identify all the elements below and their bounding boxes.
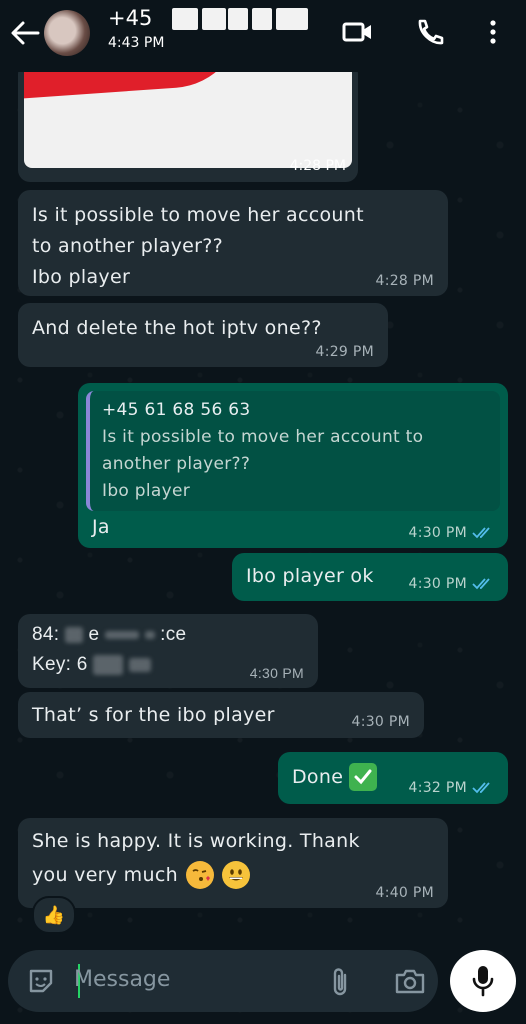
message-text: And delete the hot iptv one??: [32, 317, 322, 339]
message-time: 4:30 PM: [249, 665, 304, 681]
message-text-part: you very much: [32, 864, 178, 886]
redacted-block: [172, 8, 198, 30]
read-ticks-icon: [472, 782, 490, 794]
redacted-block: [228, 8, 248, 30]
quoted-sender: +45 61 68 56 63: [102, 400, 251, 420]
sticker-icon[interactable]: [26, 966, 56, 996]
image-attachment[interactable]: [24, 62, 352, 168]
outgoing-message[interactable]: Ibo player ok 4:30 PM: [232, 553, 508, 601]
message-meta: 4:30 PM: [250, 665, 304, 681]
outgoing-message[interactable]: Done 4:32 PM: [278, 752, 508, 804]
message-text-part: Done: [292, 766, 344, 788]
redacted-text: [144, 630, 155, 639]
video-call-icon[interactable]: [340, 17, 374, 47]
message-input-bar[interactable]: Message: [8, 950, 438, 1012]
attach-icon[interactable]: [328, 965, 352, 999]
message-time: 4:32 PM: [408, 780, 467, 796]
message-meta: 4:32 PM: [408, 780, 494, 796]
message-time: 4:40 PM: [375, 885, 434, 901]
chat-header: +45 4:43 PM: [0, 0, 526, 72]
message-time: 4:30 PM: [408, 525, 467, 541]
message-meta: 4:29 PM: [315, 344, 374, 360]
quoted-message[interactable]: +45 61 68 56 63 Is it possible to move h…: [86, 391, 500, 511]
message-text-part: :ce: [160, 624, 187, 645]
message-text: you very much: [32, 858, 434, 892]
mic-icon: [472, 966, 494, 997]
message-text: She is happy. It is working. Thank: [32, 830, 360, 852]
quoted-text: Ibo player: [102, 481, 191, 501]
redacted-block: [202, 8, 226, 30]
message-meta: 4:40 PM: [375, 885, 434, 901]
quoted-text: Is it possible to move her account to: [102, 427, 424, 447]
message-time: 4:28 PM: [289, 158, 346, 174]
message-meta: 4:30 PM: [351, 714, 410, 730]
redacted-block: [276, 8, 308, 30]
incoming-message[interactable]: 84: e :ce Key: 6 4:30 PM: [18, 614, 318, 688]
message-time: 4:30 PM: [408, 576, 467, 592]
arrow-left-icon[interactable]: [8, 18, 42, 48]
check-mark-emoji: [349, 763, 378, 791]
incoming-message[interactable]: And delete the hot iptv one?? 4:29 PM: [18, 303, 388, 367]
quoted-text: another player??: [102, 454, 251, 474]
message-text: 84: e :ce: [32, 620, 304, 650]
message-time: 4:29 PM: [315, 344, 374, 360]
message-input[interactable]: Message: [74, 967, 170, 992]
mic-button[interactable]: [450, 950, 516, 1012]
incoming-message[interactable]: That’ s for the ibo player 4:30 PM: [18, 692, 424, 738]
message-meta: 4:28 PM: [375, 273, 434, 289]
message-time: 4:30 PM: [351, 714, 410, 730]
redacted-text: [128, 657, 151, 672]
message-meta: 4:30 PM: [408, 576, 494, 592]
incoming-message[interactable]: She is happy. It is working. Thank you v…: [18, 818, 448, 908]
redacted-text: [64, 626, 83, 643]
read-ticks-icon: [472, 578, 490, 590]
camera-icon[interactable]: [394, 967, 426, 995]
message-text: to another player??: [32, 235, 224, 257]
message-meta: 4:30 PM: [408, 525, 494, 541]
redacted-text: [93, 654, 124, 675]
redacted-text: [104, 630, 139, 639]
message-text-part: Key: 6: [32, 654, 88, 675]
read-ticks-icon: [472, 527, 490, 539]
incoming-message[interactable]: Is it possible to move her account to an…: [18, 190, 448, 296]
contact-name[interactable]: +45: [108, 6, 152, 30]
avatar[interactable]: [44, 10, 90, 56]
message-text: Ibo player: [32, 266, 131, 288]
message-text-part: e: [88, 624, 100, 645]
reaction-badge[interactable]: 👍: [32, 896, 76, 934]
image-message[interactable]: 4:28 PM: [18, 62, 358, 182]
thumbs-up-emoji: 👍: [42, 904, 66, 926]
more-vert-icon[interactable]: [476, 17, 510, 47]
last-seen: 4:43 PM: [108, 35, 165, 51]
phone-icon[interactable]: [413, 17, 447, 47]
message-text-part: 84:: [32, 624, 60, 645]
message-time: 4:28 PM: [375, 273, 434, 289]
redacted-block: [252, 8, 272, 30]
grinning-face-emoji: [221, 861, 250, 889]
kissing-face-emoji: [185, 861, 214, 889]
message-text: Is it possible to move her account: [32, 204, 364, 226]
outgoing-message[interactable]: +45 61 68 56 63 Is it possible to move h…: [78, 383, 508, 548]
